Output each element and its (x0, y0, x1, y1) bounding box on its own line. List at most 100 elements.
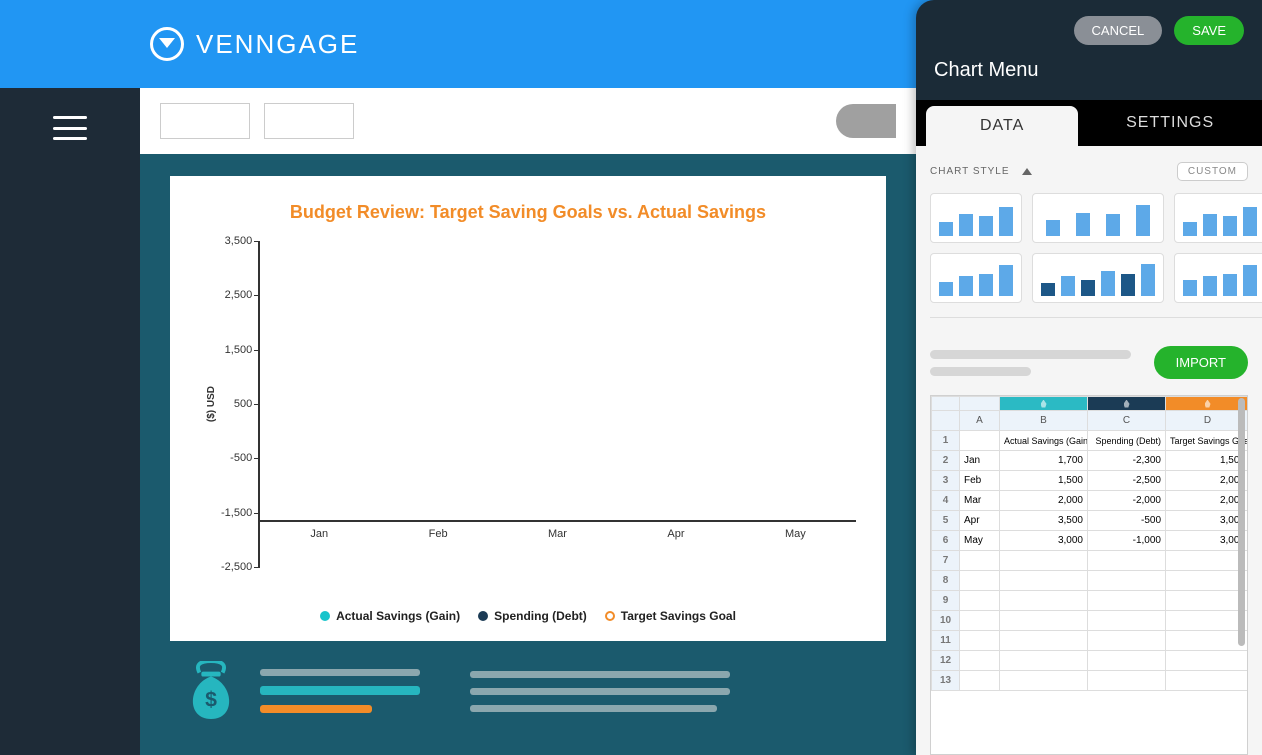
sheet-cell[interactable]: 3,000 (1166, 511, 1249, 531)
sheet-col-header[interactable]: D (1166, 411, 1249, 431)
sheet-cell[interactable]: 3,000 (1000, 531, 1088, 551)
toolbar-field-1[interactable] (160, 103, 250, 139)
sheet-cell[interactable]: 1,700 (1000, 451, 1088, 471)
chart-title: Budget Review: Target Saving Goals vs. A… (200, 202, 856, 223)
sheet-col-header[interactable]: A (960, 411, 1000, 431)
sheet-cell[interactable] (1166, 571, 1249, 591)
sheet-cell[interactable] (1166, 671, 1249, 691)
sheet-cell[interactable] (960, 651, 1000, 671)
style-thumb-1[interactable] (930, 193, 1022, 243)
sheet-cell[interactable] (1000, 571, 1088, 591)
sheet-col-header[interactable]: C (1088, 411, 1166, 431)
sheet-cell[interactable] (1000, 591, 1088, 611)
chart-style-row: CHART STYLE CUSTOM (930, 162, 1248, 181)
x-tick: Mar (548, 528, 567, 540)
chart-menu-panel: CANCEL SAVE Chart Menu DATA SETTINGS CHA… (916, 0, 1262, 755)
sheet-cell[interactable] (960, 551, 1000, 571)
sheet-cell[interactable] (1166, 631, 1249, 651)
legend-marker-target (605, 611, 615, 621)
sheet-cell[interactable] (1088, 591, 1166, 611)
sheet-cell[interactable] (1088, 611, 1166, 631)
sheet-cell[interactable]: Apr (960, 511, 1000, 531)
style-thumb-5[interactable] (1032, 253, 1164, 303)
legend-target: Target Savings Goal (605, 609, 736, 623)
sheet-cell[interactable] (1088, 671, 1166, 691)
sheet-cell[interactable]: -1,000 (1088, 531, 1166, 551)
x-tick: Jan (310, 528, 328, 540)
sheet-header-cell[interactable]: Spending (Debt) (1088, 431, 1166, 451)
style-thumb-2[interactable] (1032, 193, 1164, 243)
style-thumb-4[interactable] (930, 253, 1022, 303)
sheet-header-cell[interactable] (960, 431, 1000, 451)
venngage-logo-icon (150, 27, 184, 61)
sheet-cell[interactable] (960, 611, 1000, 631)
legend-marker-spending (478, 611, 488, 621)
sheet-cell[interactable]: Mar (960, 491, 1000, 511)
data-sheet[interactable]: ABCD1Actual Savings (Gain)Spending (Debt… (930, 395, 1248, 755)
toolbar-field-2[interactable] (264, 103, 354, 139)
sheet-cell[interactable]: Feb (960, 471, 1000, 491)
legend-marker-actual (320, 611, 330, 621)
save-button[interactable]: SAVE (1174, 16, 1244, 45)
sheet-cell[interactable]: 3,000 (1166, 531, 1249, 551)
sheet-cell[interactable] (1000, 611, 1088, 631)
sheet-cell[interactable]: 1,500 (1000, 471, 1088, 491)
sheet-cell[interactable]: 2,000 (1166, 471, 1249, 491)
sheet-cell[interactable] (1088, 551, 1166, 571)
import-row: IMPORT (930, 346, 1248, 379)
style-thumb-3[interactable] (1174, 193, 1262, 243)
sheet-cell[interactable] (1000, 631, 1088, 651)
chart-legend: Actual Savings (Gain) Spending (Debt) Ta… (200, 609, 856, 623)
svg-text:$: $ (205, 687, 217, 711)
sheet-cell[interactable]: Jan (960, 451, 1000, 471)
sheet-cell[interactable]: 1,500 (1166, 451, 1249, 471)
sheet-cell[interactable]: -2,500 (1088, 471, 1166, 491)
sheet-cell[interactable] (960, 671, 1000, 691)
design-canvas: Budget Review: Target Saving Goals vs. A… (140, 154, 916, 755)
sheet-header-cell[interactable]: Actual Savings (Gain) (1000, 431, 1088, 451)
custom-style-button[interactable]: CUSTOM (1177, 162, 1248, 181)
sheet-col-header[interactable]: B (1000, 411, 1088, 431)
sheet-cell[interactable] (1000, 671, 1088, 691)
menu-icon[interactable] (53, 116, 87, 140)
sheet-cell[interactable]: -500 (1088, 511, 1166, 531)
sheet-cell[interactable] (960, 571, 1000, 591)
sheet-cell[interactable] (1166, 611, 1249, 631)
sheet-cell[interactable] (960, 631, 1000, 651)
sheet-cell[interactable]: -2,000 (1088, 491, 1166, 511)
sheet-cell[interactable] (1088, 651, 1166, 671)
chart-card[interactable]: Budget Review: Target Saving Goals vs. A… (170, 176, 886, 641)
legend-label: Spending (Debt) (494, 609, 587, 623)
placeholder-text-block-1 (260, 669, 420, 713)
sheet-cell[interactable] (1000, 651, 1088, 671)
toolbar-collapsed-button[interactable] (836, 104, 896, 138)
sheet-cell[interactable]: 2,000 (1000, 491, 1088, 511)
sheet-cell[interactable] (960, 591, 1000, 611)
style-thumb-6[interactable] (1174, 253, 1262, 303)
chart-axes: Jan Feb Mar Apr May (258, 241, 856, 567)
chevron-up-icon[interactable] (1022, 168, 1032, 175)
sheet-cell[interactable] (1088, 571, 1166, 591)
sheet-cell[interactable] (1166, 651, 1249, 671)
y-axis-label: ($) USD (200, 386, 217, 422)
sheet-cell[interactable] (1166, 591, 1249, 611)
moneybag-icon: $ (182, 661, 240, 721)
brand-logo[interactable]: VENNGAGE (150, 27, 359, 61)
sheet-cell[interactable] (1000, 551, 1088, 571)
legend-spending: Spending (Debt) (478, 609, 587, 623)
y-axis-ticks: 3,500 2,500 1,500 500 -500 -1,500 -2,500 (217, 241, 258, 567)
chart-menu-tabs: DATA SETTINGS (916, 100, 1262, 146)
cancel-button[interactable]: CANCEL (1074, 16, 1163, 45)
sheet-cell[interactable]: May (960, 531, 1000, 551)
x-axis-line (260, 520, 856, 522)
import-button[interactable]: IMPORT (1154, 346, 1248, 379)
sheet-cell[interactable]: -2,300 (1088, 451, 1166, 471)
sheet-cell[interactable] (1166, 551, 1249, 571)
sheet-cell[interactable] (1088, 631, 1166, 651)
sheet-header-cell[interactable]: Target Savings Goal (1166, 431, 1249, 451)
tab-data[interactable]: DATA (926, 106, 1078, 146)
sheet-cell[interactable]: 3,500 (1000, 511, 1088, 531)
sheet-cell[interactable]: 2,000 (1166, 491, 1249, 511)
chart-menu-title: Chart Menu (934, 59, 1244, 82)
tab-settings[interactable]: SETTINGS (1078, 100, 1262, 146)
